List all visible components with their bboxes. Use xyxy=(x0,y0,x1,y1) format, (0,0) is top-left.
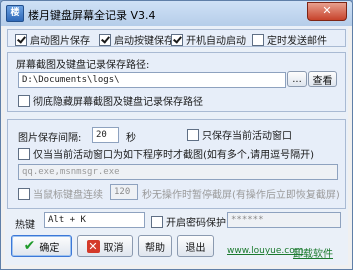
hotkey-input[interactable]: Alt + K xyxy=(44,212,145,228)
idle-seconds-input[interactable]: 120 xyxy=(110,184,138,200)
enable-screenshot-checkbox[interactable] xyxy=(15,33,27,46)
uninstall-link[interactable]: 卸载软件 xyxy=(293,245,333,260)
send-email-option[interactable]: 定时发送邮件 xyxy=(252,32,327,47)
program-only-label: 仅当当前活动窗口为如下程序时才截图(如有多个,请用逗号隔开) xyxy=(33,150,314,161)
cancel-icon: ✕ xyxy=(86,239,100,253)
exit-button[interactable]: 退出 xyxy=(177,235,214,257)
interval-unit: 秒 xyxy=(126,133,136,144)
password-label: 开启密码保护 xyxy=(166,218,226,229)
send-email-label: 定时发送邮件 xyxy=(267,36,327,47)
interval-label: 图片保存间隔: xyxy=(18,133,82,144)
enable-keylog-label: 启动按键保存 xyxy=(114,36,174,47)
hide-path-option[interactable]: 彻底隐藏屏幕截图及键盘记录保存路径 xyxy=(18,93,203,108)
auto-start-checkbox[interactable] xyxy=(171,33,183,46)
program-list-input[interactable]: qq.exe,msnmsgr.exe xyxy=(18,164,338,180)
cancel-label: 取消 xyxy=(103,242,124,254)
send-email-checkbox[interactable] xyxy=(252,33,264,46)
options-panel: 启动图片保存 启动按键保存 开机自动启动 定时发送邮件 xyxy=(7,29,346,47)
main-window: 楼 楼月键盘屏幕全记录 V3.4 ✕ 启动图片保存 启动按键保存 开机自动启动 … xyxy=(0,0,353,270)
program-only-checkbox[interactable] xyxy=(18,147,30,160)
hide-path-label: 彻底隐藏屏幕截图及键盘记录保存路径 xyxy=(33,97,203,108)
only-active-checkbox[interactable] xyxy=(187,128,199,141)
program-only-option[interactable]: 仅当当前活动窗口为如下程序时才截图(如有多个,请用逗号隔开) xyxy=(18,146,314,161)
password-checkbox[interactable] xyxy=(151,215,163,228)
hotkey-label: 热键 xyxy=(15,220,35,231)
cancel-button[interactable]: ✕ 取消 xyxy=(77,235,133,257)
only-active-label: 只保存当前活动窗口 xyxy=(202,131,292,142)
save-path-input[interactable]: D:\Documents\logs\ xyxy=(18,72,286,88)
title-bar[interactable]: 楼 楼月键盘屏幕全记录 V3.4 ✕ xyxy=(1,1,352,26)
auto-start-option[interactable]: 开机自动启动 xyxy=(171,32,246,47)
idle-pause-label-suffix: 秒无操作时暂停截屏(有操作后立即恢复截屏) xyxy=(142,190,340,201)
ok-label: 确定 xyxy=(39,242,60,254)
enable-keylog-option[interactable]: 启动按键保存 xyxy=(99,32,174,47)
screenshot-panel: 图片保存间隔: 20 秒 只保存当前活动窗口 仅当当前活动窗口为如下程序时才截图… xyxy=(7,119,346,209)
close-button[interactable]: ✕ xyxy=(307,2,347,21)
idle-pause-label-prefix: 当鼠标键盘连续 xyxy=(33,190,103,201)
password-option[interactable]: 开启密码保护 xyxy=(151,214,226,229)
password-input[interactable]: ****** xyxy=(227,212,341,228)
interval-input[interactable]: 20 xyxy=(92,127,119,143)
help-button[interactable]: 帮助 xyxy=(138,235,172,257)
window-title: 楼月键盘屏幕全记录 V3.4 xyxy=(28,9,156,22)
check-icon: ✔ xyxy=(23,238,36,254)
idle-pause-option[interactable]: 当鼠标键盘连续 xyxy=(18,186,103,201)
app-icon: 楼 xyxy=(6,5,24,22)
enable-screenshot-option[interactable]: 启动图片保存 xyxy=(15,32,90,47)
client-area: 启动图片保存 启动按键保存 开机自动启动 定时发送邮件 屏幕截图及键盘记录保存路… xyxy=(5,26,348,265)
view-button[interactable]: 查看 xyxy=(308,71,337,87)
browse-button[interactable]: ... xyxy=(287,71,307,87)
hide-path-checkbox[interactable] xyxy=(18,94,30,107)
website-link[interactable]: www.louyue.com xyxy=(227,246,303,256)
auto-start-label: 开机自动启动 xyxy=(186,36,246,47)
enable-keylog-checkbox[interactable] xyxy=(99,33,111,46)
enable-screenshot-label: 启动图片保存 xyxy=(30,36,90,47)
only-active-option[interactable]: 只保存当前活动窗口 xyxy=(187,127,292,142)
save-path-label: 屏幕截图及键盘记录保存路径: xyxy=(16,60,150,71)
idle-pause-checkbox[interactable] xyxy=(18,187,30,200)
save-path-panel: 屏幕截图及键盘记录保存路径: D:\Documents\logs\ ... 查看… xyxy=(7,52,346,112)
ok-button[interactable]: ✔ 确定 xyxy=(11,235,72,257)
